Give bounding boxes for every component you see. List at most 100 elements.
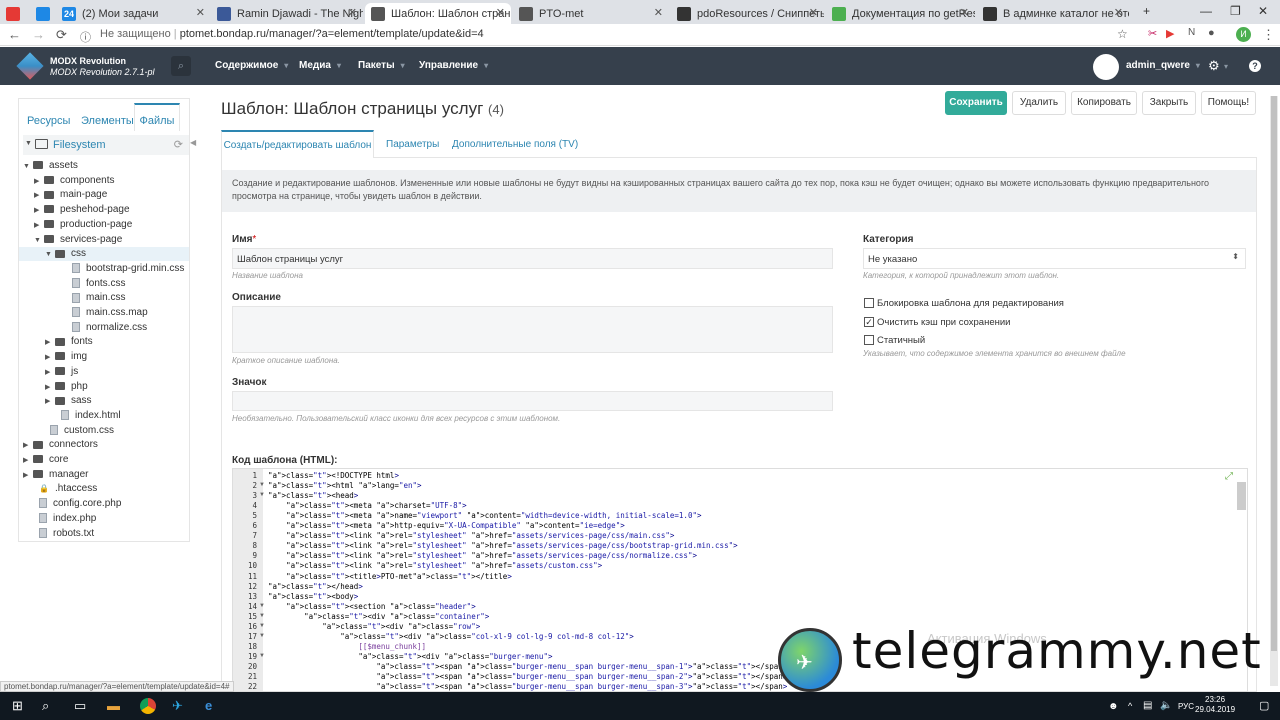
tree-item[interactable]: ▼ css <box>19 247 189 262</box>
task-view-icon[interactable]: ▭ <box>74 698 86 714</box>
system-clock[interactable]: 23:26 29.04.2019 <box>1195 695 1235 715</box>
url-field[interactable]: Не защищено | ptomet.bondap.ru/manager/?… <box>100 28 484 40</box>
static-checkbox[interactable] <box>864 335 874 345</box>
chevron-right-icon[interactable]: ▶ <box>34 175 44 189</box>
back-icon[interactable]: ← <box>8 27 21 42</box>
chevron-down-icon[interactable]: ▼ <box>34 234 44 248</box>
volume-icon[interactable]: 🔈 <box>1160 700 1172 711</box>
close-tab-icon[interactable]: ✕ <box>960 6 969 19</box>
bookmark-star-icon[interactable]: ☆ <box>1117 27 1128 41</box>
browser-tab[interactable]: 24 (2) Мои задачи ✕ <box>56 3 211 24</box>
tree-item[interactable]: 🔒 .htaccess <box>19 482 189 496</box>
chevron-right-icon[interactable]: ▶ <box>34 204 44 218</box>
tree-item[interactable]: ▼ assets <box>19 159 189 173</box>
close-tab-icon[interactable]: ✕ <box>1114 6 1123 19</box>
fold-arrow-icon[interactable]: ▼ <box>259 603 265 609</box>
chevron-right-icon[interactable]: ▶ <box>23 439 33 453</box>
browser-tab[interactable]: Шаблон: Шаблон страницы ус✕ <box>365 3 511 24</box>
browser-tab[interactable]: Ramin Djawadi - The Night King✕ <box>211 3 363 24</box>
name-field[interactable]: Шаблон страницы услуг <box>232 248 833 269</box>
tree-item[interactable]: bootstrap-grid.min.css <box>19 262 189 276</box>
user-menu[interactable]: admin_qwere ▾ <box>1126 60 1200 71</box>
close-tab-icon[interactable]: ✕ <box>654 6 663 19</box>
close-tab-icon[interactable]: ✕ <box>496 6 505 19</box>
tree-item[interactable]: ▶ components <box>19 174 189 188</box>
tree-item[interactable]: index.html <box>19 409 189 423</box>
close-tab-icon[interactable]: ✕ <box>196 6 205 19</box>
tree-item[interactable]: custom.css <box>19 424 189 438</box>
chevron-right-icon[interactable]: ▶ <box>45 351 55 365</box>
refresh-icon[interactable]: ⟳ <box>174 138 183 151</box>
menu-manage[interactable]: Управление ▾ <box>419 60 488 71</box>
tray-chevron-icon[interactable]: ^ <box>1128 701 1132 711</box>
tab-resources[interactable]: Ресурсы <box>27 115 70 127</box>
help-button[interactable]: Помощь! <box>1201 91 1256 115</box>
fullscreen-icon[interactable]: ⤢ <box>1225 471 1233 482</box>
tree-item[interactable]: main.css <box>19 291 189 305</box>
tree-item[interactable]: index.php <box>19 512 189 526</box>
chevron-down-icon[interactable]: ▾ <box>1224 62 1228 71</box>
extension-icon[interactable]: ✂ <box>1148 27 1157 40</box>
tree-item[interactable]: ▶ production-page <box>19 218 189 232</box>
chevron-right-icon[interactable]: ▶ <box>23 454 33 468</box>
info-icon[interactable]: ⓘ <box>80 29 91 45</box>
search-icon[interactable]: ⌕ <box>42 698 49 714</box>
file-explorer-icon[interactable]: ▬ <box>107 698 120 713</box>
tree-item[interactable]: ▼ services-page <box>19 233 189 247</box>
delete-button[interactable]: Удалить <box>1012 91 1066 115</box>
chevron-right-icon[interactable]: ▶ <box>23 469 33 483</box>
browser-tab[interactable]: В админке каталог не отображ✕ <box>977 3 1129 24</box>
extension-circle-icon[interactable]: ● <box>1208 27 1215 39</box>
close-tab-icon[interactable]: ✕ <box>348 6 357 19</box>
browser-tab[interactable]: PTO-met ✕ <box>513 3 669 24</box>
lock-checkbox[interactable] <box>864 298 874 308</box>
new-tab-button[interactable]: + <box>1143 4 1150 18</box>
tree-item[interactable]: ▶ img <box>19 350 189 364</box>
gear-icon[interactable]: ⚙ <box>1208 58 1220 74</box>
close-window-button[interactable]: ✕ <box>1258 4 1268 18</box>
chevron-right-icon[interactable]: ▶ <box>45 336 55 350</box>
fold-arrow-icon[interactable]: ▼ <box>259 653 265 659</box>
page-scrollbar[interactable] <box>1270 96 1278 686</box>
windows-start-icon[interactable]: ⊞ <box>12 698 23 714</box>
menu-media[interactable]: Медиа ▾ <box>299 60 341 71</box>
search-icon[interactable]: ⌕ <box>171 56 191 76</box>
reload-icon[interactable]: ⟳ <box>56 27 67 43</box>
category-select[interactable]: Не указано ⬍ <box>863 248 1246 269</box>
tree-item[interactable]: ▶ sass <box>19 394 189 408</box>
youtube-extension-icon[interactable]: ▶ <box>1166 27 1174 40</box>
browser-menu-icon[interactable]: ⋮ <box>1262 27 1275 43</box>
tree-item[interactable]: ▶ manager <box>19 468 189 482</box>
fold-arrow-icon[interactable]: ▼ <box>259 482 265 488</box>
minimize-button[interactable]: — <box>1200 4 1212 18</box>
tree-item[interactable]: ▶ fonts <box>19 335 189 349</box>
browser-tab[interactable]: Документация по getResources✕ <box>826 3 975 24</box>
tree-item[interactable]: ▶ main-page <box>19 188 189 202</box>
forward-icon[interactable]: → <box>32 27 45 42</box>
editor-scrollbar[interactable] <box>1237 482 1246 510</box>
fold-arrow-icon[interactable]: ▼ <box>259 613 265 619</box>
collapse-sidebar-icon[interactable]: ◀ <box>190 138 196 147</box>
chevron-right-icon[interactable]: ▶ <box>45 381 55 395</box>
browser-tab[interactable]: pdoResources / Сниппеты / pdo✕ <box>671 3 824 24</box>
people-icon[interactable]: ☻ <box>1108 701 1119 712</box>
description-field[interactable] <box>232 306 833 353</box>
chevron-down-icon[interactable]: ▼ <box>25 140 32 147</box>
maximize-button[interactable]: ❐ <box>1230 4 1241 18</box>
chevron-right-icon[interactable]: ▶ <box>34 189 44 203</box>
close-tab-icon[interactable]: ✕ <box>809 6 818 19</box>
tree-item[interactable]: fonts.css <box>19 277 189 291</box>
tab-edit-template[interactable]: Создать/редактировать шаблон <box>221 130 374 158</box>
user-avatar[interactable] <box>1093 54 1119 80</box>
copy-button[interactable]: Копировать <box>1071 91 1137 115</box>
tree-item[interactable]: ▶ php <box>19 380 189 394</box>
fold-arrow-icon[interactable]: ▼ <box>259 623 265 629</box>
modx-logo[interactable] <box>16 52 44 80</box>
fold-arrow-icon[interactable]: ▼ <box>259 492 265 498</box>
filesystem-source[interactable]: ▼ Filesystem ⟳ <box>23 135 189 155</box>
tree-item[interactable]: config.core.php <box>19 497 189 511</box>
tab-elements[interactable]: Элементы <box>81 115 134 127</box>
help-icon[interactable]: ? <box>1249 60 1261 72</box>
tab-files[interactable]: Файлы <box>134 103 180 131</box>
tree-item[interactable]: ▶ core <box>19 453 189 467</box>
